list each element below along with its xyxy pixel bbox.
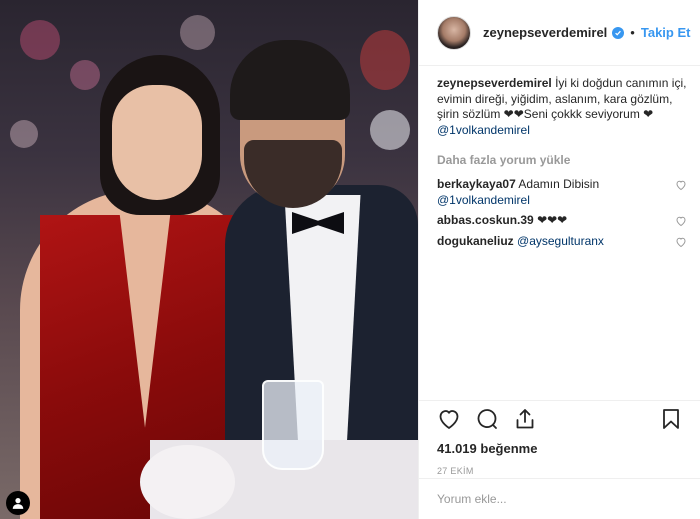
caption: zeynepseverdemirel İyi ki doğdun canımın…	[437, 76, 687, 138]
post-photo[interactable]	[0, 0, 418, 519]
comment-icon[interactable]	[475, 407, 499, 431]
post-header: zeynepseverdemirel • Takip Et	[419, 0, 700, 66]
comment-like-icon[interactable]	[675, 179, 687, 191]
bookmark-icon[interactable]	[659, 407, 683, 431]
share-icon[interactable]	[513, 407, 537, 431]
woman-face	[112, 85, 202, 200]
flower-decoration	[140, 445, 235, 519]
heart-icon[interactable]	[437, 407, 461, 431]
user-tag-icon[interactable]	[6, 491, 30, 515]
verified-badge-icon	[612, 26, 625, 39]
comment-item: berkaykaya07 Adamın Dibisin @1volkandemi…	[437, 177, 687, 208]
avatar[interactable]	[437, 15, 471, 50]
background-light	[10, 120, 38, 148]
comment-mention[interactable]: @aysegulturanx	[517, 234, 604, 248]
separator-dot: •	[630, 25, 635, 40]
like-count[interactable]: 41.019 beğenme	[437, 441, 683, 456]
post-side-panel: zeynepseverdemirel • Takip Et zeynepseve…	[418, 0, 700, 519]
comment-input[interactable]	[437, 492, 683, 506]
comment-username[interactable]: dogukaneliuz	[437, 234, 514, 248]
background-light	[360, 30, 410, 90]
add-comment-bar	[419, 478, 700, 519]
caption-mention[interactable]: @1volkandemirel	[437, 123, 530, 137]
comment-text: Adamın Dibisin	[518, 176, 600, 191]
comment-mention[interactable]: @1volkandemirel	[437, 193, 530, 207]
background-light	[70, 60, 100, 90]
instagram-post: zeynepseverdemirel • Takip Et zeynepseve…	[0, 0, 700, 519]
comment-item: dogukaneliuz @aysegulturanx	[437, 234, 687, 250]
comment-like-icon[interactable]	[675, 215, 687, 227]
background-light	[370, 110, 410, 150]
load-more-comments-link[interactable]: Daha fazla yorum yükle	[437, 153, 687, 169]
comment-item: abbas.coskun.39 ❤❤❤	[437, 213, 687, 229]
comment-username[interactable]: abbas.coskun.39	[437, 213, 534, 227]
water-glass	[262, 380, 324, 470]
background-light	[180, 15, 215, 50]
post-date: 27 EKİM	[437, 466, 474, 476]
action-icons	[437, 403, 683, 435]
man-hair	[230, 40, 350, 120]
follow-button[interactable]: Takip Et	[641, 25, 691, 40]
comment-like-icon[interactable]	[675, 236, 687, 248]
background-light	[20, 20, 60, 60]
comment-text: ❤❤❤	[537, 213, 568, 228]
post-actions: 41.019 beğenme 27 EKİM	[419, 400, 700, 476]
comment-username[interactable]: berkaykaya07	[437, 177, 516, 191]
header-username[interactable]: zeynepseverdemirel	[483, 25, 607, 40]
comments-section: zeynepseverdemirel İyi ki doğdun canımın…	[437, 76, 687, 254]
caption-username[interactable]: zeynepseverdemirel	[437, 76, 552, 90]
